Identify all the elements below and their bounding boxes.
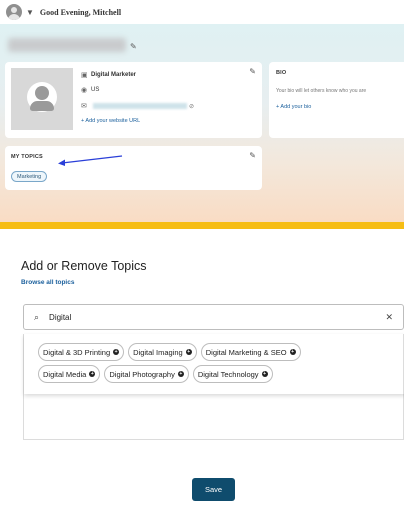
job-title: Digital Marketer bbox=[91, 72, 137, 78]
envelope-icon: ✉ bbox=[81, 103, 87, 110]
topic-search-box: ⌕ ✕ bbox=[23, 304, 404, 330]
add-icon: + bbox=[89, 371, 96, 377]
location: US bbox=[91, 87, 100, 93]
profile-card: ▣ Digital Marketer ◉ US ✉ ⊘ + Add your w… bbox=[5, 62, 262, 138]
add-bio-link[interactable]: + Add your bio bbox=[276, 104, 311, 110]
chip-label: Digital Imaging bbox=[133, 347, 183, 357]
chip-label: Digital Media bbox=[43, 369, 87, 379]
location-row: ◉ US bbox=[81, 86, 99, 94]
location-pin-icon: ◉ bbox=[81, 87, 88, 94]
add-topics-title: Add or Remove Topics bbox=[21, 259, 147, 273]
top-bar: ▼ Good Evening, Mitchell bbox=[0, 0, 404, 24]
website-row: + Add your website URL bbox=[81, 118, 140, 124]
add-icon: + bbox=[185, 349, 192, 355]
suggestion-chips: Digital & 3D Printing + Digital Imaging + … bbox=[38, 343, 358, 383]
my-topics-title: MY TOPICS bbox=[11, 154, 43, 160]
email-row: ✉ ⊘ bbox=[81, 102, 194, 110]
suggestion-chip[interactable]: Digital & 3D Printing + bbox=[38, 343, 125, 361]
search-results-panel: Digital & 3D Printing + Digital Imaging + … bbox=[23, 334, 404, 440]
user-avatar[interactable] bbox=[6, 4, 22, 20]
add-icon: + bbox=[289, 349, 296, 355]
briefcase-icon: ▣ bbox=[81, 72, 88, 79]
browse-all-topics-link[interactable]: Browse all topics bbox=[21, 279, 74, 286]
chevron-down-icon[interactable]: ▼ bbox=[26, 8, 34, 17]
chip-label: Digital Photography bbox=[109, 369, 175, 379]
bio-card: BIO bbox=[269, 62, 404, 138]
search-icon: ⌕ bbox=[34, 311, 40, 322]
add-website-link[interactable]: + Add your website URL bbox=[81, 118, 140, 124]
edit-profile-pencil-icon[interactable]: ✎ bbox=[249, 67, 256, 76]
add-icon: + bbox=[113, 349, 120, 355]
add-icon: + bbox=[177, 371, 184, 377]
hidden-eye-icon[interactable]: ⊘ bbox=[189, 103, 194, 110]
suggestion-chip[interactable]: Digital Technology + bbox=[192, 365, 273, 383]
suggestion-chip[interactable]: Digital Media + bbox=[38, 365, 101, 383]
profile-name-redacted bbox=[8, 38, 126, 52]
my-topics-card: MY TOPICS ✎ bbox=[5, 146, 262, 190]
suggestion-chip[interactable]: Digital Marketing & SEO + bbox=[200, 343, 301, 361]
suggestions-dropdown: Digital & 3D Printing + Digital Imaging + … bbox=[24, 334, 404, 394]
save-button[interactable]: Save bbox=[192, 478, 235, 501]
greeting-text: Good Evening, Mitchell bbox=[39, 7, 122, 17]
edit-name-pencil-icon[interactable]: ✎ bbox=[130, 42, 137, 51]
job-title-row: ▣ Digital Marketer bbox=[81, 71, 136, 79]
chip-label: Digital Marketing & SEO bbox=[205, 347, 287, 357]
profile-avatar[interactable] bbox=[11, 68, 73, 130]
add-icon: + bbox=[261, 371, 268, 377]
topic-chip-marketing[interactable]: Marketing bbox=[11, 171, 48, 182]
banner-divider bbox=[0, 222, 404, 229]
bio-title: BIO bbox=[276, 70, 287, 76]
topic-search-input[interactable] bbox=[49, 312, 350, 322]
chip-label: Digital & 3D Printing bbox=[43, 347, 111, 357]
annotation-arrow bbox=[58, 155, 123, 166]
suggestion-chip[interactable]: Digital Imaging + bbox=[128, 343, 197, 361]
edit-topics-pencil-icon[interactable]: ✎ bbox=[249, 151, 256, 160]
clear-search-icon[interactable]: ✕ bbox=[385, 312, 393, 323]
suggestion-chip[interactable]: Digital Photography + bbox=[104, 365, 189, 383]
chip-label: Digital Technology bbox=[197, 369, 259, 379]
bio-description: Your bio will let others know who you ar… bbox=[276, 88, 367, 94]
email-redacted bbox=[93, 103, 187, 109]
